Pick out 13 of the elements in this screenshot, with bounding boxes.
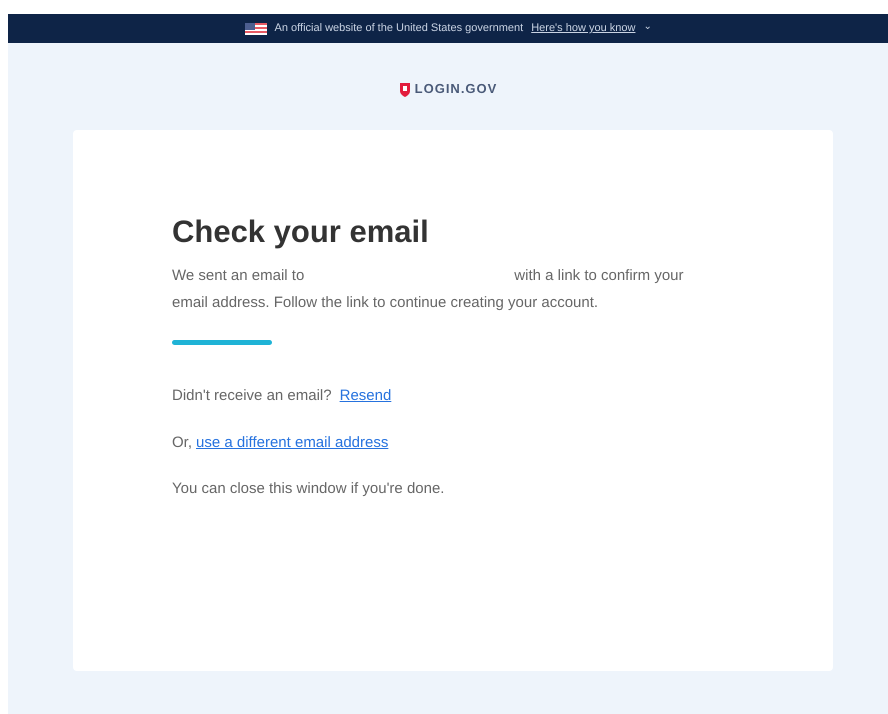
close-note: You can close this window if you're done.: [172, 479, 446, 499]
resend-link[interactable]: Resend: [340, 385, 392, 408]
different-email-link[interactable]: use a different email address: [196, 432, 388, 454]
shield-icon: [398, 82, 411, 96]
how-you-know-link[interactable]: Here's how you know: [531, 20, 636, 37]
body-text: We sent an email to with a link to confirm your email address. Follow the link to continue creating your account.: [172, 266, 685, 313]
or-text: Or,: [172, 432, 192, 452]
resend-prompt: Didn't receive an email?: [172, 386, 332, 406]
flag-icon: [244, 22, 267, 34]
caret-icon: ⌄: [643, 22, 652, 32]
page-title: Check your email: [172, 214, 430, 250]
banner-text: An official website of the United States government: [274, 21, 524, 36]
logo-text: LOGIN.GOV: [414, 80, 498, 98]
